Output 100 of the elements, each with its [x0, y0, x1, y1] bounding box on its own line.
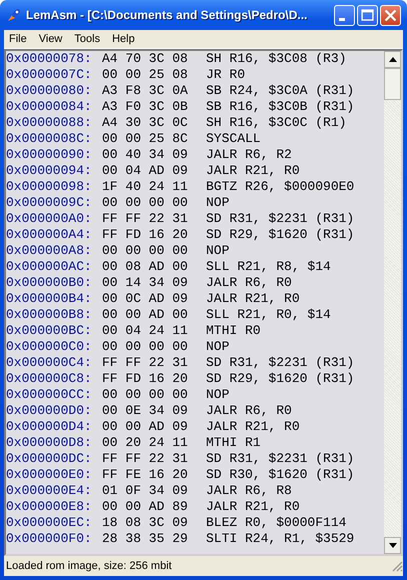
hex-bytes: A4 30 3C 0C [102, 115, 189, 131]
minimize-icon [338, 18, 344, 21]
hex-bytes: 00 00 AD 00 [102, 307, 189, 323]
hex-bytes: 00 00 00 00 [102, 339, 189, 355]
instruction-text: JR R0 [206, 67, 246, 83]
address-text: 0x000000AC: [6, 259, 93, 275]
maximize-button[interactable] [357, 4, 378, 26]
instruction-text: JALR R6, R2 [206, 147, 292, 163]
address-text: 0x00000084: [6, 99, 93, 115]
instruction-text: BLEZ R0, $0000F114 [206, 515, 346, 531]
instruction-text: NOP [206, 387, 230, 403]
instruction-text: NOP [206, 243, 230, 259]
minimize-button[interactable] [334, 4, 355, 26]
address-text: 0x000000C8: [6, 371, 93, 387]
hex-bytes: 01 0F 34 09 [102, 483, 189, 499]
address-text: 0x000000F0: [6, 531, 93, 547]
instruction-text: SLTI R24, R1, $3529 [206, 531, 354, 547]
instruction-text: SD R29, $1620 (R31) [206, 371, 354, 387]
address-text: 0x00000088: [6, 115, 93, 131]
address-text: 0x000000A8: [6, 243, 93, 259]
address-text: 0x000000C0: [6, 339, 93, 355]
instruction-text: MTHI R0 [206, 323, 261, 339]
hex-bytes: 00 04 AD 09 [102, 163, 189, 179]
hex-bytes: 28 38 35 29 [102, 531, 189, 547]
scroll-thumb[interactable] [384, 68, 401, 100]
address-text: 0x00000094: [6, 163, 93, 179]
address-text: 0x000000B0: [6, 275, 93, 291]
instruction-text: JALR R21, R0 [206, 419, 300, 435]
instruction-text: SD R30, $1620 (R31) [206, 467, 354, 483]
hex-bytes: 00 20 24 11 [102, 435, 189, 451]
instruction-text: SD R29, $1620 (R31) [206, 227, 354, 243]
hex-bytes: FF FF 22 31 [102, 211, 189, 227]
rocket-icon [6, 7, 22, 23]
instruction-text: JALR R6, R8 [206, 483, 292, 499]
instruction-text: NOP [206, 339, 230, 355]
address-text: 0x0000007C: [6, 67, 93, 83]
menu-item[interactable]: Tools [69, 33, 108, 45]
instruction-text: SD R31, $2231 (R31) [206, 451, 354, 467]
hex-bytes: 00 08 AD 00 [102, 259, 189, 275]
hex-bytes: FF FF 22 31 [102, 451, 189, 467]
menu-item[interactable]: View [34, 33, 70, 45]
hex-bytes: A3 F8 3C 0A [102, 83, 189, 99]
address-text: 0x000000EC: [6, 515, 93, 531]
instruction-text: JALR R21, R0 [206, 163, 300, 179]
close-button[interactable] [380, 4, 401, 26]
address-text: 0x000000E0: [6, 467, 93, 483]
address-text: 0x00000090: [6, 147, 93, 163]
address-text: 0x000000CC: [6, 387, 93, 403]
address-text: 0x000000E8: [6, 499, 93, 515]
hex-bytes: FF FE 16 20 [102, 467, 189, 483]
address-text: 0x000000D0: [6, 403, 93, 419]
status-text: Loaded rom image, size: 256 mbit [6, 560, 172, 572]
instruction-text: JALR R21, R0 [206, 291, 300, 307]
instruction-text: SYSCALL [206, 131, 261, 147]
hex-bytes: FF FD 16 20 [102, 371, 189, 387]
address-text: 0x000000B8: [6, 307, 93, 323]
address-text: 0x0000009C: [6, 195, 93, 211]
instruction-text: SLL R21, R8, $14 [206, 259, 331, 275]
address-text: 0x000000A4: [6, 227, 93, 243]
address-text: 0x000000D8: [6, 435, 93, 451]
hex-bytes: FF FD 16 20 [102, 227, 189, 243]
scroll-down-button[interactable] [384, 537, 401, 554]
down-arrow-icon [388, 543, 396, 548]
instruction-text: NOP [206, 195, 230, 211]
hex-bytes: 00 00 25 8C [102, 131, 189, 147]
resize-grip-icon[interactable] [391, 560, 403, 572]
window-title: LemAsm - [C:\Documents and Settings\Pedro\D... [26, 8, 308, 22]
hex-bytes: FF FF 22 31 [102, 355, 189, 371]
scroll-up-button[interactable] [384, 51, 401, 68]
address-text: 0x000000B4: [6, 291, 93, 307]
instruction-text: MTHI R1 [206, 435, 261, 451]
hex-bytes: A4 70 3C 08 [102, 51, 189, 67]
address-text: 0x0000008C: [6, 131, 93, 147]
address-text: 0x00000080: [6, 83, 93, 99]
menu-item[interactable]: File [4, 33, 34, 45]
address-text: 0x000000D4: [6, 419, 93, 435]
hex-bytes: 1F 40 24 11 [102, 179, 189, 195]
hex-bytes: 18 08 3C 09 [102, 515, 189, 531]
hex-bytes: A3 F0 3C 0B [102, 99, 189, 115]
instruction-text: SD R31, $2231 (R31) [206, 211, 354, 227]
instruction-text: JALR R21, R0 [206, 499, 300, 515]
menu-item[interactable]: Help [107, 33, 142, 45]
instruction-text: SB R16, $3C0B (R31) [206, 99, 354, 115]
address-text: 0x00000098: [6, 179, 93, 195]
instruction-text: SLL R21, R0, $14 [206, 307, 331, 323]
hex-bytes: 00 00 25 08 [102, 67, 189, 83]
instruction-text: SH R16, $3C0C (R1) [206, 115, 346, 131]
hex-bytes: 00 00 00 00 [102, 195, 189, 211]
instruction-text: JALR R6, R0 [206, 403, 292, 419]
instruction-text: JALR R6, R0 [206, 275, 292, 291]
instruction-text: SD R31, $2231 (R31) [206, 355, 354, 371]
hex-bytes: 00 0C AD 09 [102, 291, 189, 307]
address-text: 0x000000DC: [6, 451, 93, 467]
hex-bytes: 00 00 00 00 [102, 243, 189, 259]
hex-bytes: 00 0E 34 09 [102, 403, 189, 419]
address-text: 0x000000BC: [6, 323, 93, 339]
up-arrow-icon [388, 57, 396, 62]
instruction-text: SH R16, $3C08 (R3) [206, 51, 346, 67]
hex-bytes: 00 04 24 11 [102, 323, 189, 339]
hex-bytes: 00 00 00 00 [102, 387, 189, 403]
